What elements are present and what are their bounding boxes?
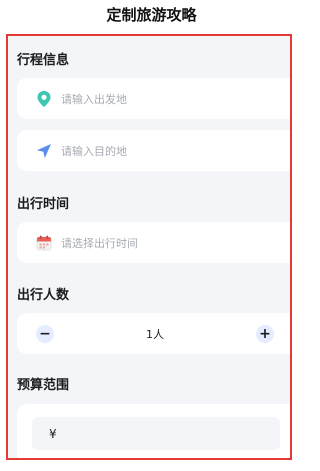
people-count: 1人 bbox=[146, 327, 164, 341]
currency-symbol: ¥ bbox=[49, 426, 57, 441]
budget-card: ¥ bbox=[17, 404, 290, 458]
budget-input[interactable]: ¥ bbox=[32, 417, 280, 450]
section-title-people: 出行人数 bbox=[17, 288, 70, 303]
date-placeholder: 请选择出行时间 bbox=[61, 236, 138, 250]
people-stepper: − 1人 + bbox=[17, 313, 290, 354]
section-title-time: 出行时间 bbox=[17, 197, 70, 212]
section-title-budget: 预算范围 bbox=[17, 378, 70, 393]
page-title: 定制旅游攻略 bbox=[106, 6, 197, 24]
form-container: 行程信息 请输入出发地 请输入目的地 出行时间 请选择出行时间 出行人数 − 1… bbox=[6, 34, 292, 460]
navigation-arrow-icon bbox=[35, 142, 53, 160]
page: 定制旅游攻略 行程信息 请输入出发地 请输入目的地 出行时间 请选择出行时间 出… bbox=[0, 0, 303, 471]
calendar-icon bbox=[35, 234, 53, 252]
date-field[interactable]: 请选择出行时间 bbox=[17, 222, 290, 263]
destination-placeholder: 请输入目的地 bbox=[61, 144, 127, 158]
departure-field[interactable]: 请输入出发地 bbox=[17, 78, 290, 119]
destination-field[interactable]: 请输入目的地 bbox=[17, 130, 290, 171]
departure-placeholder: 请输入出发地 bbox=[61, 92, 127, 106]
plus-button[interactable]: + bbox=[256, 324, 274, 343]
section-title-itinerary: 行程信息 bbox=[17, 53, 70, 68]
location-pin-icon bbox=[35, 90, 53, 108]
